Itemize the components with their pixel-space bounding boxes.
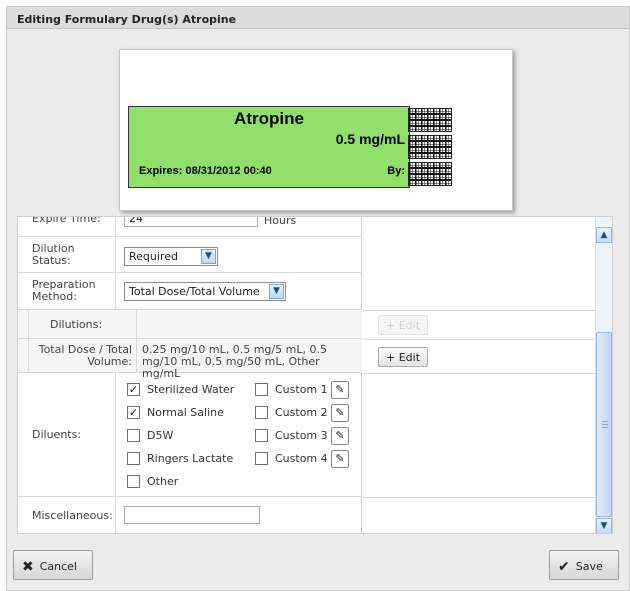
normal-saline-checkbox[interactable]: ✓ (127, 406, 140, 419)
custom-4-label: Custom 4 (275, 452, 328, 465)
barcode-icon (408, 108, 452, 132)
expire-time-row: Expire Time: 24 Hours (18, 216, 362, 237)
label-drug-name: Atropine (234, 109, 304, 128)
normal-saline-label: Normal Saline (147, 406, 224, 419)
pencil-icon[interactable]: ✎ (331, 404, 349, 422)
drug-form-scroll-area: Expire Time: 24 Hours Dilution Status: R… (17, 216, 613, 534)
expire-time-unit: Hours (264, 216, 297, 227)
other-label: Other (147, 475, 179, 488)
chevron-down-icon: ▼ (201, 249, 216, 264)
preparation-method-select[interactable]: Total Dose/Total Volume ▼ (124, 282, 286, 301)
preparation-method-value: Total Dose/Total Volume (129, 285, 260, 298)
dilution-status-row: Dilution Status: Required ▼ (18, 237, 362, 273)
custom-2-label: Custom 2 (275, 406, 328, 419)
miscellaneous-label: Miscellaneous: (32, 509, 113, 522)
close-icon: ✖ (22, 559, 34, 575)
other-checkbox[interactable] (127, 475, 140, 488)
label-concentration: 0.5 mg/mL (335, 131, 405, 147)
custom-1-label: Custom 1 (275, 383, 328, 396)
barcode-icon (408, 162, 452, 186)
cancel-button[interactable]: ✖ Cancel (13, 550, 93, 580)
ringers-lactate-label: Ringers Lactate (147, 452, 234, 465)
dilution-status-value: Required (129, 250, 178, 263)
barcode-icon (408, 135, 452, 159)
sterilized-water-label: Sterilized Water (147, 383, 235, 396)
label-by: By: (387, 165, 405, 177)
scroll-up-icon[interactable]: ▲ (596, 227, 612, 243)
label-preview: Atropine 0.5 mg/mL Expires: 08/31/2012 0… (119, 49, 513, 211)
miscellaneous-input[interactable] (124, 506, 260, 524)
total-dose-row: Total Dose / Total Volume: 0.25 mg/10 mL… (18, 339, 362, 380)
expire-time-label: Expire Time: (32, 216, 101, 225)
custom-3-checkbox[interactable] (255, 429, 268, 442)
sterilized-water-checkbox[interactable]: ✓ (127, 383, 140, 396)
cancel-label: Cancel (39, 560, 77, 573)
dilutions-row: Dilutions: (18, 310, 362, 339)
pencil-icon[interactable]: ✎ (331, 450, 349, 468)
dilution-status-label: Dilution Status: (32, 242, 75, 267)
pencil-icon[interactable]: ✎ (331, 427, 349, 445)
custom-1-checkbox[interactable] (255, 383, 268, 396)
checkmark-icon: ✔ (558, 559, 570, 575)
total-dose-edit-button[interactable]: + Edit (378, 347, 429, 367)
edit-drug-dialog: Editing Formulary Drug(s) Atropine Atrop… (6, 6, 630, 591)
save-button[interactable]: ✔ Save (549, 550, 619, 580)
dilutions-edit-button[interactable]: + Edit (378, 315, 429, 335)
miscellaneous-row: Miscellaneous: (18, 497, 362, 533)
ringers-lactate-checkbox[interactable] (127, 452, 140, 465)
label-expires: Expires: 08/31/2012 00:40 (139, 165, 272, 177)
dilution-status-select[interactable]: Required ▼ (124, 247, 218, 266)
label-color-band: Atropine 0.5 mg/mL Expires: 08/31/2012 0… (128, 106, 410, 188)
chevron-down-icon: ▼ (269, 284, 284, 299)
custom-2-checkbox[interactable] (255, 406, 268, 419)
dilutions-label: Dilutions: (50, 318, 103, 331)
diluents-row: Diluents: ✓ Sterilized Water ✓ Normal Sa… (18, 373, 362, 497)
scrollbar-thumb[interactable] (596, 332, 612, 517)
save-label: Save (575, 560, 603, 573)
dialog-title: Editing Formulary Drug(s) Atropine (7, 7, 629, 29)
custom-3-label: Custom 3 (275, 429, 328, 442)
total-dose-label: Total Dose / Total Volume: (38, 343, 132, 368)
diluents-label: Diluents: (32, 428, 82, 441)
preparation-method-row: Preparation Method: Total Dose/Total Vol… (18, 273, 362, 310)
form-fields: Expire Time: 24 Hours Dilution Status: R… (18, 216, 362, 533)
scroll-down-icon[interactable]: ▼ (596, 518, 612, 533)
d5w-label: D5W (147, 429, 174, 442)
pencil-icon[interactable]: ✎ (331, 381, 349, 399)
preparation-method-label: Preparation Method: (32, 278, 96, 303)
expire-time-input[interactable]: 24 (124, 217, 258, 227)
vertical-scrollbar[interactable]: ▲ ▼ (595, 217, 612, 533)
d5w-checkbox[interactable] (127, 429, 140, 442)
label-barcodes (408, 108, 454, 188)
custom-4-checkbox[interactable] (255, 452, 268, 465)
